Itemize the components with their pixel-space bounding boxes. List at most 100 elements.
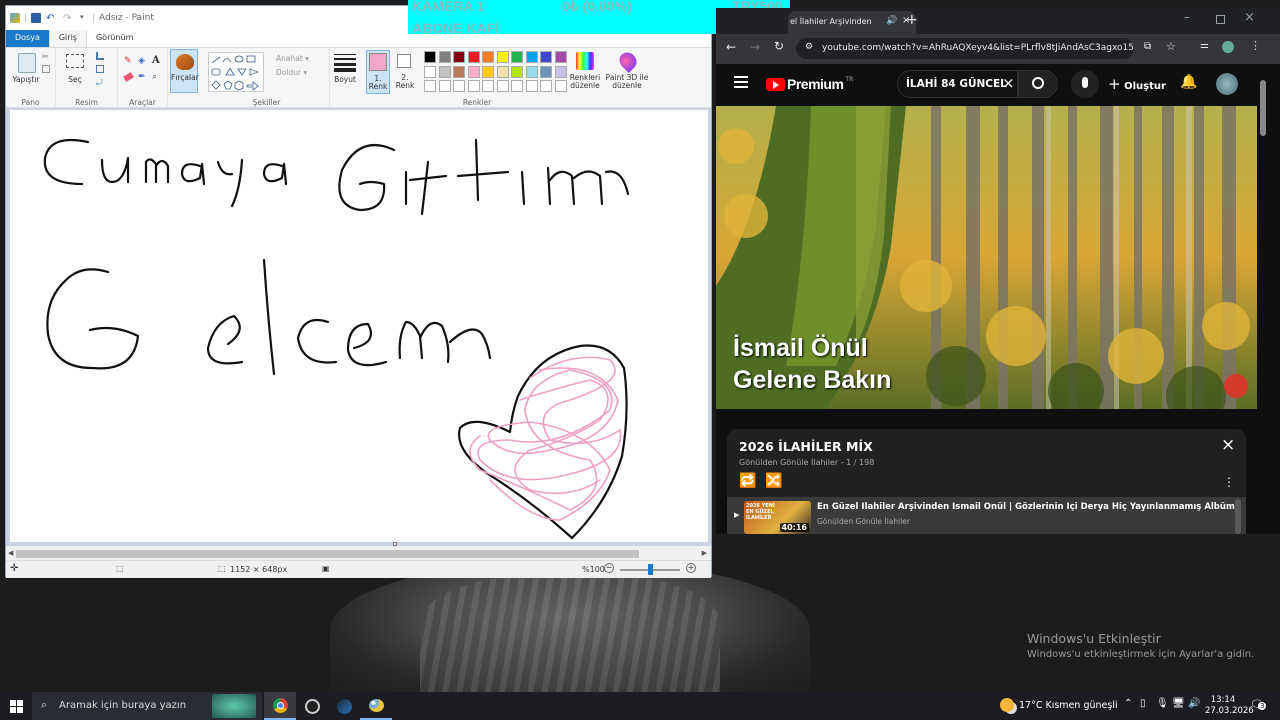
zoom-in-button[interactable]: +	[686, 563, 696, 573]
color1-button[interactable]: 1. Renk	[366, 50, 390, 94]
brushes-button[interactable]: Fırçalar	[170, 49, 199, 93]
playlist-close-icon[interactable]: ×	[1221, 435, 1235, 455]
clear-search-icon[interactable]: ×	[1002, 74, 1015, 92]
palette-color-swatch[interactable]	[496, 51, 509, 63]
url-bar[interactable]: ⚙ youtube.com/watch?v=AhRuAQXeyv4&list=P…	[796, 38, 1134, 59]
rotate-icon[interactable]: ⤾	[96, 78, 103, 88]
palette-color-swatch[interactable]	[453, 51, 465, 63]
palette-color-swatch[interactable]	[424, 65, 436, 78]
palette-color-swatch[interactable]	[424, 51, 436, 63]
edit-colors-button[interactable]: Renkleri düzenle	[570, 50, 600, 94]
select-button[interactable]: Seç	[60, 76, 90, 84]
select-icon[interactable]	[66, 54, 84, 68]
reload-icon[interactable]: ↻	[774, 39, 784, 53]
device-icon[interactable]: ▯	[1140, 698, 1146, 709]
tray-overflow-icon[interactable]: ⌃	[1124, 698, 1132, 709]
page-scrollbar-thumb[interactable]	[1260, 80, 1266, 136]
palette-color-swatch[interactable]	[525, 80, 538, 92]
palette-color-swatch[interactable]	[467, 65, 480, 78]
fill-dropdown[interactable]: Doldur ▾	[276, 68, 307, 77]
palette-color-swatch[interactable]	[438, 51, 451, 63]
microphone-tray-icon[interactable]: 🎙	[1156, 698, 1169, 709]
youtube-logo[interactable]: Premium TR	[766, 76, 853, 92]
install-icon[interactable]: ⧉	[1144, 41, 1151, 52]
voice-search-button[interactable]	[1071, 70, 1099, 98]
palette-color-swatch[interactable]	[554, 51, 567, 63]
steam-taskbar-icon[interactable]	[328, 692, 360, 720]
playlist-item-channel[interactable]: Gönülden Gönüle İlahiler	[817, 517, 910, 526]
forward-icon[interactable]: →	[750, 40, 760, 54]
palette-color-swatch[interactable]	[511, 65, 523, 78]
palette-color-swatch[interactable]	[438, 80, 451, 92]
maximize-icon[interactable]	[1216, 15, 1225, 24]
palette-color-swatch[interactable]	[438, 65, 451, 78]
clock[interactable]: 13:14 27.03.2026	[1205, 695, 1254, 717]
youtube-search-button[interactable]	[1018, 70, 1058, 98]
palette-color-swatch[interactable]	[482, 65, 494, 78]
scroll-left-arrow[interactable]: ◀	[8, 549, 13, 557]
notification-center-button[interactable]: 🗨 3	[1250, 698, 1267, 711]
palette-color-swatch[interactable]	[511, 80, 523, 92]
shuffle-icon[interactable]: 🔀	[765, 473, 782, 489]
playlist-more-icon[interactable]: ⋮	[1223, 475, 1235, 489]
obs-taskbar-icon[interactable]	[296, 692, 328, 720]
customize-icon[interactable]: ▾	[80, 13, 88, 23]
paint3d-button[interactable]: Paint 3D ile düzenle	[606, 48, 650, 94]
drawing-canvas[interactable]	[10, 110, 708, 542]
taskbar-search[interactable]: ⌕ Aramak için buraya yazın	[32, 692, 262, 720]
palette-color-swatch[interactable]	[540, 65, 552, 78]
account-avatar[interactable]	[1216, 73, 1238, 95]
back-icon[interactable]: ←	[726, 40, 736, 54]
audio-icon[interactable]: 🔊	[886, 16, 897, 26]
menu-icon[interactable]: ⋮	[1250, 39, 1261, 52]
tab-file[interactable]: Dosya	[6, 30, 49, 47]
bookmark-star-icon[interactable]: ☆	[1166, 40, 1176, 53]
chrome-taskbar-icon[interactable]	[264, 692, 296, 720]
notifications-bell-icon[interactable]: 🔔	[1180, 74, 1197, 90]
site-info-icon[interactable]: ⚙	[805, 42, 813, 52]
resize-icon[interactable]	[96, 65, 104, 73]
palette-color-swatch[interactable]	[496, 80, 509, 92]
text-icon[interactable]: A	[152, 55, 160, 66]
page-scrollbar[interactable]	[1257, 64, 1269, 534]
outline-dropdown[interactable]: Anahat ▾	[276, 54, 309, 63]
playlist-item[interactable]: ▶ 2026 YENİ EN GÜZEL İLAHİLER 40:16 En G…	[727, 497, 1246, 534]
tab-home[interactable]: Giriş	[48, 30, 87, 47]
paint-taskbar-icon[interactable]	[360, 692, 392, 720]
tab-view[interactable]: Görünüm	[87, 30, 142, 47]
video-player[interactable]: İsmail Önül Gelene Bakın	[716, 106, 1257, 409]
scroll-right-arrow[interactable]: ▶	[702, 549, 707, 557]
save-icon[interactable]	[31, 13, 41, 23]
palette-color-swatch[interactable]	[496, 65, 509, 78]
palette-color-swatch[interactable]	[525, 65, 538, 78]
horizontal-scrollbar[interactable]: ◀ ▶	[6, 546, 711, 560]
palette-color-swatch[interactable]	[540, 80, 552, 92]
pencil-icon[interactable]: ✎	[124, 56, 132, 66]
extensions-icon[interactable]: ⚌	[1200, 40, 1209, 51]
loop-icon[interactable]: 🔁	[739, 473, 756, 489]
create-button[interactable]: + Oluştur	[1108, 75, 1166, 93]
palette-color-swatch[interactable]	[525, 51, 538, 63]
palette-color-swatch[interactable]	[554, 80, 567, 92]
eraser-icon[interactable]	[123, 72, 134, 82]
youtube-search-input[interactable]: İLAHİ 84 GÜNCEL ×	[897, 70, 1018, 98]
paste-icon[interactable]	[18, 53, 36, 73]
new-tab-button[interactable]: +	[906, 12, 918, 28]
redo-icon[interactable]: ↷	[63, 13, 75, 24]
palette-color-swatch[interactable]	[554, 65, 567, 78]
playlist-title[interactable]: 2026 İLAHİLER MİX	[739, 439, 873, 454]
shapes-gallery[interactable]	[208, 52, 264, 92]
palette-color-swatch[interactable]	[482, 51, 494, 63]
volume-icon[interactable]: 🔊	[1188, 698, 1200, 709]
start-button[interactable]	[0, 692, 32, 720]
size-button[interactable]: Boyut	[330, 76, 360, 84]
hamburger-menu-icon[interactable]	[734, 76, 748, 88]
playlist-item-title[interactable]: En Güzel İlahiler Arşivinden İsmail Önül…	[817, 502, 1237, 512]
browser-tab[interactable]: el İlahiler Arşivinden 🔊 ×	[788, 11, 916, 34]
palette-color-swatch[interactable]	[511, 51, 523, 63]
palette-color-swatch[interactable]	[540, 51, 552, 63]
scrollbar-thumb[interactable]	[16, 550, 639, 558]
color-picker-icon[interactable]: ✒	[138, 72, 146, 82]
palette-color-swatch[interactable]	[467, 51, 480, 63]
copy-icon[interactable]	[42, 65, 50, 73]
